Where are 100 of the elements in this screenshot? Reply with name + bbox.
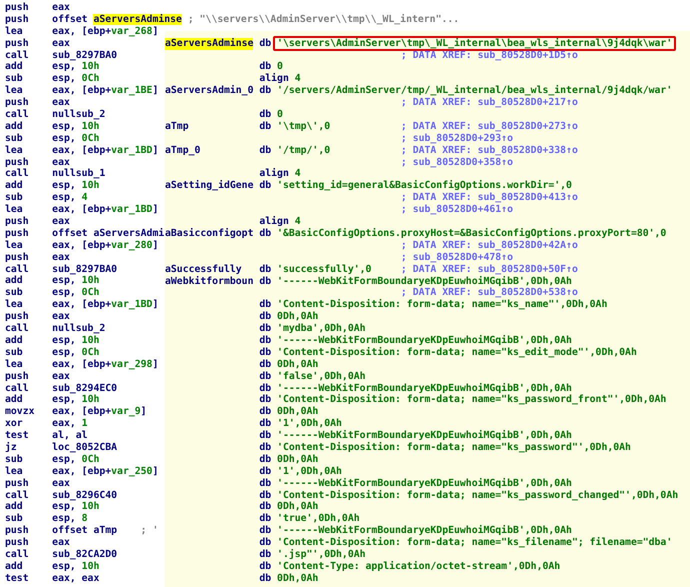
instruction-mnemonic: test (5, 430, 30, 442)
data-operand: 0Dh,0Ah (277, 358, 318, 371)
instruction-mnemonic: push (5, 478, 30, 490)
data-label: aTmp (165, 120, 189, 133)
data-operand: 'Content-Type: application/octet-stream',0Dh,0Ah (277, 560, 560, 573)
instruction-operand: esp, 8 (52, 513, 88, 526)
data-operand: '------WebKitFormBoundaryeKDpEuwhoiMGqibB',0Dh,0Ah (277, 525, 572, 537)
data-directive: db (259, 370, 272, 383)
data-operand: '------WebKitFormBoundaryeKDpEuwhoiMGqibB',0Dh,0Ah (277, 276, 572, 288)
data-operand: '1',0Dh,0Ah (277, 466, 342, 478)
data-operand: 4 (294, 168, 301, 180)
instruction-operand: offset aServersAdmi (52, 228, 164, 240)
instruction-operand: eax, eax (52, 572, 100, 585)
instruction-operand: esp, 10h (52, 61, 100, 74)
instruction-mnemonic: call (5, 168, 30, 180)
instruction-operand: eax (52, 156, 70, 168)
instruction-mnemonic: sub (5, 346, 24, 359)
data-directive: db (259, 311, 272, 324)
data-directive: db (259, 430, 272, 442)
data-directive: db (259, 346, 272, 359)
data-operand: 0 (277, 61, 283, 73)
instruction-operand: esp, 10h (52, 180, 100, 192)
data-operand: 'Content-Disposition: form-data; name="ks_password_front"',0Dh,0Ah (277, 394, 666, 406)
instruction-mnemonic: add (5, 61, 24, 74)
instruction-mnemonic: movzx (5, 406, 36, 418)
xref-comment: ; DATA XREF: sub_80528D0+273↑o (400, 120, 578, 133)
instruction-operand: eax, [ebp+var_9] (52, 406, 147, 418)
data-directive: db (259, 548, 272, 561)
instruction-operand: eax, [ebp+var_1BD] (52, 204, 158, 216)
data-operand: '/servers/AdminServer/tmp/_WL_internal/bea_wls_internal/9j4dqk/war' (277, 85, 672, 98)
xref-comment: ; sub_80528D0+358↑o (400, 156, 513, 168)
instruction-mnemonic: add (5, 560, 24, 573)
instruction-operand: esp, 0Ch (52, 454, 100, 466)
instruction-mnemonic: sub (5, 192, 24, 204)
instruction-operand: esp, 0Ch (52, 73, 100, 86)
instruction-mnemonic: push (5, 38, 30, 50)
data-operand: 'Content-Disposition: form-data; name="ks_password"',0Dh,0Ah (277, 442, 631, 454)
data-operand: 0Dh,0Ah (277, 572, 318, 585)
instruction-mnemonic: push (5, 525, 30, 538)
instruction-mnemonic: push (5, 252, 30, 264)
instruction-mnemonic: xor (5, 418, 24, 430)
instruction-operand: eax, [ebp+var_298] (52, 358, 158, 371)
instruction-mnemonic: call (5, 109, 30, 121)
data-label: aServersAdmin_0 (165, 85, 254, 98)
instruction-mnemonic: add (5, 180, 24, 192)
instruction-operand: eax (52, 38, 70, 50)
data-operand: '\tmp\',0 (277, 120, 330, 133)
data-directive: db (259, 228, 272, 240)
data-directive: db (259, 276, 272, 288)
xref-comment: ; DATA XREF: sub_80528D0+338↑o (400, 144, 578, 157)
data-operand: 0Dh,0Ah (277, 454, 318, 466)
xref-comment: ; sub_80528D0+293↑o (400, 132, 513, 145)
data-operand: 'true',0Dh,0Ah (277, 513, 360, 525)
data-label: aBasicconfigopt (165, 228, 254, 240)
instruction-operand: offset aTmp ; ' (52, 525, 158, 538)
xref-comment: ; DATA XREF: sub_80528D0+50F↑o (400, 264, 578, 276)
data-directive: db (259, 454, 272, 466)
data-operand: 0Dh,0Ah (277, 406, 318, 418)
data-directive: db (259, 490, 272, 502)
data-operand: '/tmp/',0 (277, 144, 330, 157)
instruction-operand: nullsub_2 (52, 109, 106, 121)
instruction-mnemonic: test (5, 572, 30, 585)
instruction-mnemonic: lea (5, 240, 24, 252)
xref-comment: ; sub_80528D0+478↑o (400, 252, 513, 264)
instruction-operand: eax, [ebp+var_1BD] (52, 299, 158, 312)
data-operand: 4 (294, 73, 301, 85)
instruction-operand: esp, 10h (52, 560, 100, 573)
instruction-operand: eax (52, 2, 70, 14)
data-operand: '&BasicConfigOptions.proxyHost=&BasicConfigOptions.proxyPort=80',0 (277, 228, 666, 240)
instruction-mnemonic: push (5, 537, 30, 549)
data-operand: 'successfully',0 (277, 264, 372, 276)
instruction-operand: esp, 10h (52, 501, 100, 514)
data-directive: db (259, 382, 272, 394)
instruction-mnemonic: push (5, 228, 30, 240)
data-directive: db (259, 572, 272, 585)
instruction-mnemonic: push (5, 311, 30, 324)
data-directive: db (259, 406, 272, 418)
instruction-operand: esp, 0Ch (52, 346, 100, 359)
instruction-operand: eax (52, 97, 70, 110)
instruction-operand: esp, 10h (52, 120, 100, 133)
instruction-mnemonic: push (5, 216, 30, 228)
data-directive: db (259, 537, 272, 549)
instruction-mnemonic: call (5, 264, 30, 276)
instruction-mnemonic: sub (5, 454, 24, 466)
instruction-operand: eax, [ebp+var_250] (52, 466, 158, 478)
instruction-mnemonic: lea (5, 204, 24, 216)
data-operand: 'false',0Dh,0Ah (277, 370, 366, 383)
data-directive: db (259, 61, 272, 73)
data-operand: '------WebKitFormBoundaryeKDpEuwhoiMGqibB',0Dh,0Ah (277, 382, 572, 394)
instruction-operand: eax, [ebp+var_280] (52, 240, 158, 252)
instruction-mnemonic: push (5, 14, 30, 26)
data-operand: 'mydba',0Dh,0Ah (277, 323, 366, 335)
instruction-operand: esp, 10h (52, 275, 100, 288)
instruction-mnemonic: add (5, 394, 24, 406)
data-directive: db (259, 144, 272, 157)
data-directive: db (259, 109, 272, 121)
data-operand: 'Content-Disposition: form-data; name="ks_password_changed"',0Dh,0Ah (277, 490, 678, 502)
instruction-mnemonic: sub (5, 287, 24, 300)
instruction-mnemonic: lea (5, 85, 24, 98)
xref-comment: ; DATA XREF: sub_80528D0+1D5↑o (400, 50, 578, 62)
